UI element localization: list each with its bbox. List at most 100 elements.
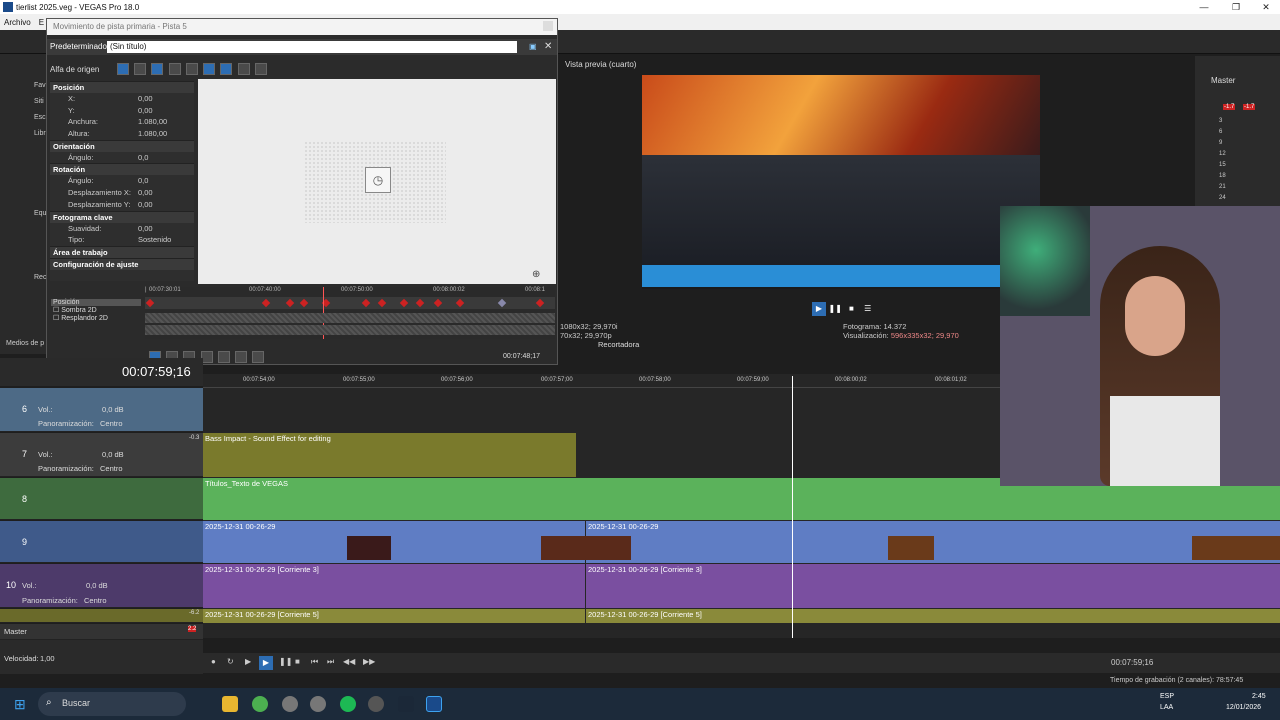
vol-value[interactable]: 0,0 dB (86, 581, 108, 590)
kf-track-sombra[interactable]: ☐ Sombra 2D (51, 306, 141, 314)
motion-canvas[interactable]: ◷ ⊕ (198, 79, 556, 284)
playhead[interactable] (792, 376, 793, 638)
pan-value[interactable]: Centro (100, 464, 123, 473)
menu-file[interactable]: Archivo (4, 18, 31, 27)
section-workarea[interactable]: Área de trabajo (50, 245, 194, 258)
vegas-taskbar-icon[interactable] (426, 696, 442, 712)
prop-value[interactable]: 0,00 (138, 199, 153, 211)
track-header-10[interactable]: 10 Vol.: 0,0 dB Panoramización: Centro (0, 564, 203, 608)
frame-center-icon[interactable]: ◷ (365, 167, 391, 193)
kf-track-position[interactable]: Posición (51, 299, 141, 306)
trimmer-tab[interactable]: Recortadora (598, 340, 639, 349)
master-track-header[interactable]: Master 2.2 (0, 624, 203, 640)
vol-value[interactable]: 0,0 dB (102, 450, 124, 459)
toolbar-icon[interactable] (185, 63, 198, 75)
vol-value[interactable]: 0,0 dB (102, 405, 124, 414)
preview-quality-dropdown[interactable]: Vista previa (cuarto) (565, 60, 636, 69)
prop-value[interactable]: 0,00 (138, 93, 153, 105)
lang-indicator-2[interactable]: LAA (1160, 704, 1173, 711)
prop-value[interactable]: Sostenido (138, 234, 171, 246)
save-preset-icon[interactable]: ▣ (529, 39, 537, 55)
kf-resplandor-row[interactable] (145, 325, 555, 335)
app-icon[interactable] (368, 696, 384, 712)
toolbar-icon[interactable] (151, 63, 164, 75)
kf-track-resplandor[interactable]: ☐ Resplandor 2D (51, 314, 141, 322)
maximize-button[interactable]: ❐ (1220, 0, 1252, 14)
go-start-icon[interactable]: ⏮ (311, 657, 318, 667)
audio-event-s3b[interactable]: 2025-12-31 00-26-29 [Corriente 3] (586, 564, 1280, 608)
next-frame-icon[interactable]: ▶▶ (363, 657, 375, 666)
steam-icon[interactable] (398, 696, 414, 712)
audio-event-bass[interactable]: Bass Impact - Sound Effect for editing (203, 433, 576, 477)
kf-position-row[interactable] (145, 297, 555, 309)
prop-value[interactable]: 0,0 (138, 175, 148, 187)
audio-event-s5a[interactable]: 2025-12-31 00-26-29 [Corriente 5] (203, 609, 585, 623)
play-icon[interactable]: ▶ (812, 302, 826, 316)
windows-start-icon[interactable]: ⊞ (14, 696, 26, 713)
stop-icon[interactable]: ■ (844, 302, 858, 316)
play-from-start-icon[interactable]: ▶ (245, 657, 251, 666)
section-snap[interactable]: Configuración de ajuste (50, 257, 194, 270)
obs-icon[interactable] (310, 696, 326, 712)
add-keyframe-icon[interactable] (235, 351, 248, 363)
prop-value[interactable]: 0,00 (138, 223, 153, 235)
track-header-9[interactable]: 9 (0, 521, 203, 563)
clock-time[interactable]: 2:45 (1252, 693, 1266, 700)
menu-icon[interactable]: ☰ (861, 302, 875, 316)
toolbar-icon[interactable] (220, 63, 233, 75)
explorer-item[interactable]: Fav (34, 82, 46, 89)
zoom-icon[interactable]: ⊕ (532, 269, 540, 280)
last-keyframe-icon[interactable] (217, 351, 230, 363)
taskbar-search[interactable]: ⌕ Buscar (38, 692, 186, 716)
audio-event-s5b[interactable]: 2025-12-31 00-26-29 [Corriente 5] (586, 609, 1280, 623)
pan-value[interactable]: Centro (100, 419, 123, 428)
track-header-8[interactable]: 8 (0, 478, 203, 520)
toolbar-icon[interactable] (237, 63, 250, 75)
prev-frame-icon[interactable]: ◀◀ (343, 657, 355, 666)
toolbar-icon[interactable] (203, 63, 216, 75)
pan-value[interactable]: Centro (84, 596, 107, 605)
lang-indicator[interactable]: ESP (1160, 693, 1174, 700)
track-header-11[interactable]: -6.2 (0, 609, 203, 623)
toolbar-icon[interactable] (168, 63, 181, 75)
section-position[interactable]: Posición (50, 81, 194, 93)
settings-icon[interactable] (282, 696, 298, 712)
preset-select[interactable]: (Sin título) (107, 41, 517, 53)
prop-value[interactable]: 1.080,00 (138, 116, 167, 128)
record-icon[interactable]: ● (211, 657, 216, 666)
section-rotation[interactable]: Rotación (50, 163, 194, 176)
close-button[interactable]: ✕ (1250, 0, 1280, 14)
prop-value[interactable]: 0,00 (138, 105, 153, 117)
section-orientation[interactable]: Orientación (50, 139, 194, 152)
explorer-item[interactable]: Esc (34, 114, 46, 121)
menu-edit[interactable]: E (39, 18, 44, 27)
toolbar-icon[interactable] (117, 63, 129, 75)
track-header-7[interactable]: 7 Vol.: 0,0 dB Panoramización: Centro -0… (0, 433, 203, 477)
clock-date[interactable]: 12/01/2026 (1226, 704, 1261, 711)
pause-icon[interactable]: ❚❚ (828, 302, 842, 316)
file-explorer-icon[interactable] (222, 696, 238, 712)
go-end-icon[interactable]: ⏭ (327, 657, 334, 667)
speed-value[interactable]: 1,00 (40, 654, 55, 663)
alpha-dropdown[interactable]: Alfa de origen (50, 65, 99, 74)
minimize-button[interactable]: — (1188, 0, 1220, 14)
explorer-item[interactable]: Siti (34, 98, 44, 105)
spotify-icon[interactable] (340, 696, 356, 712)
explorer-item[interactable]: Rec (34, 274, 46, 281)
prop-value[interactable]: 0,00 (138, 187, 153, 199)
chrome-icon[interactable] (252, 696, 268, 712)
dialog-close-icon[interactable]: ✕ (544, 39, 552, 55)
dialog-minimize-icon[interactable] (543, 21, 553, 31)
section-keyframe[interactable]: Fotograma clave (50, 210, 194, 223)
timeline-stop-icon[interactable]: ■ (295, 657, 300, 666)
kf-sombra-row[interactable] (145, 313, 555, 323)
loop-icon[interactable]: ↻ (227, 657, 234, 666)
keyframe-timeline[interactable]: | 00:07:30:01 00:07:40:00 00:07:50:00 00… (145, 287, 555, 339)
media-tab[interactable]: Medios de p (6, 340, 44, 347)
timeline-pause-icon[interactable]: ❚❚ (279, 657, 292, 666)
audio-event-s3a[interactable]: 2025-12-31 00-26-29 [Corriente 3] (203, 564, 585, 608)
delete-keyframe-icon[interactable] (252, 351, 265, 363)
explorer-item[interactable]: Libr (34, 130, 46, 137)
timeline-play-icon[interactable]: ▶ (259, 656, 273, 670)
video-event-1[interactable]: 2025-12-31 00-26-29 (203, 521, 585, 563)
